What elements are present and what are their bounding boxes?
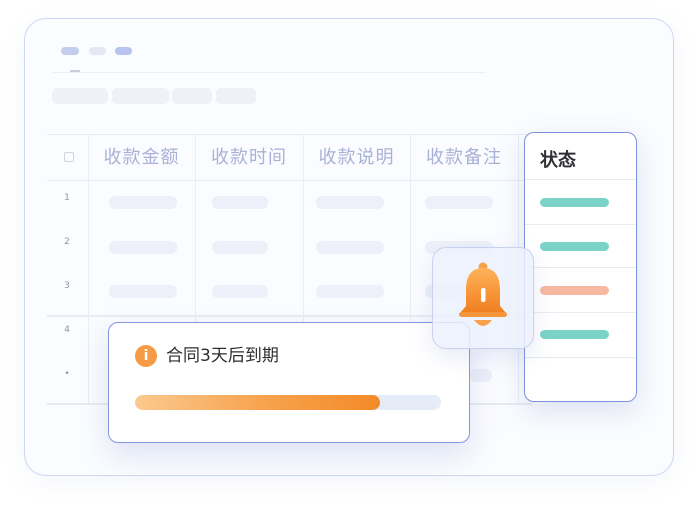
- filter-pill-1[interactable]: [52, 88, 108, 104]
- status-indicator: [540, 330, 609, 339]
- table-cell-placeholder: [470, 369, 492, 382]
- window-dot-2: [89, 47, 106, 55]
- status-row-divider: [525, 357, 635, 358]
- table-cell-placeholder: [212, 285, 268, 298]
- table-cell-placeholder: [316, 241, 384, 254]
- header-divider-line: [47, 180, 532, 181]
- filter-pill-3[interactable]: [172, 88, 212, 104]
- info-icon: i: [135, 345, 157, 367]
- status-header[interactable]: 状态: [540, 146, 576, 172]
- status-indicator: [540, 242, 609, 251]
- header-description[interactable]: 收款说明: [303, 135, 410, 180]
- table-cell-placeholder: [316, 285, 384, 298]
- row-number: 2: [64, 237, 70, 247]
- window-dot-1: [61, 47, 79, 55]
- status-row-divider: [525, 267, 635, 268]
- select-all-checkbox[interactable]: [64, 152, 74, 162]
- row-number: 1: [64, 193, 70, 203]
- filter-pill-4[interactable]: [216, 88, 256, 104]
- header-amount[interactable]: 收款金额: [88, 135, 195, 180]
- status-column-panel: 状态: [524, 132, 637, 402]
- table-cell-placeholder: [109, 241, 177, 254]
- status-indicator: [540, 198, 609, 207]
- row-number: 3: [64, 281, 70, 291]
- alert-message: 合同3天后到期: [166, 346, 279, 366]
- status-row-divider: [525, 224, 635, 225]
- expiry-alert-card[interactable]: i 合同3天后到期: [108, 322, 470, 443]
- header-divider: [52, 72, 486, 73]
- header-remark[interactable]: 收款备注: [410, 135, 518, 180]
- filter-pill-2[interactable]: [112, 88, 169, 104]
- status-indicator: [540, 286, 609, 295]
- header-time[interactable]: 收款时间: [195, 135, 303, 180]
- notification-bell-button[interactable]: [432, 247, 534, 349]
- row-number: 4: [64, 325, 70, 335]
- row-number: •: [64, 369, 70, 379]
- table-cell-placeholder: [109, 196, 177, 209]
- window-dot-3: [115, 47, 132, 55]
- bell-icon: [459, 262, 507, 326]
- table-cell-placeholder: [212, 241, 268, 254]
- status-row-divider: [525, 312, 635, 313]
- expiry-progress-bar: [135, 395, 441, 410]
- table-cell-placeholder: [212, 196, 268, 209]
- status-row-divider: [525, 179, 635, 180]
- table-cell-placeholder: [109, 285, 177, 298]
- progress-fill: [135, 395, 380, 410]
- table-cell-placeholder: [425, 196, 493, 209]
- table-cell-placeholder: [316, 196, 384, 209]
